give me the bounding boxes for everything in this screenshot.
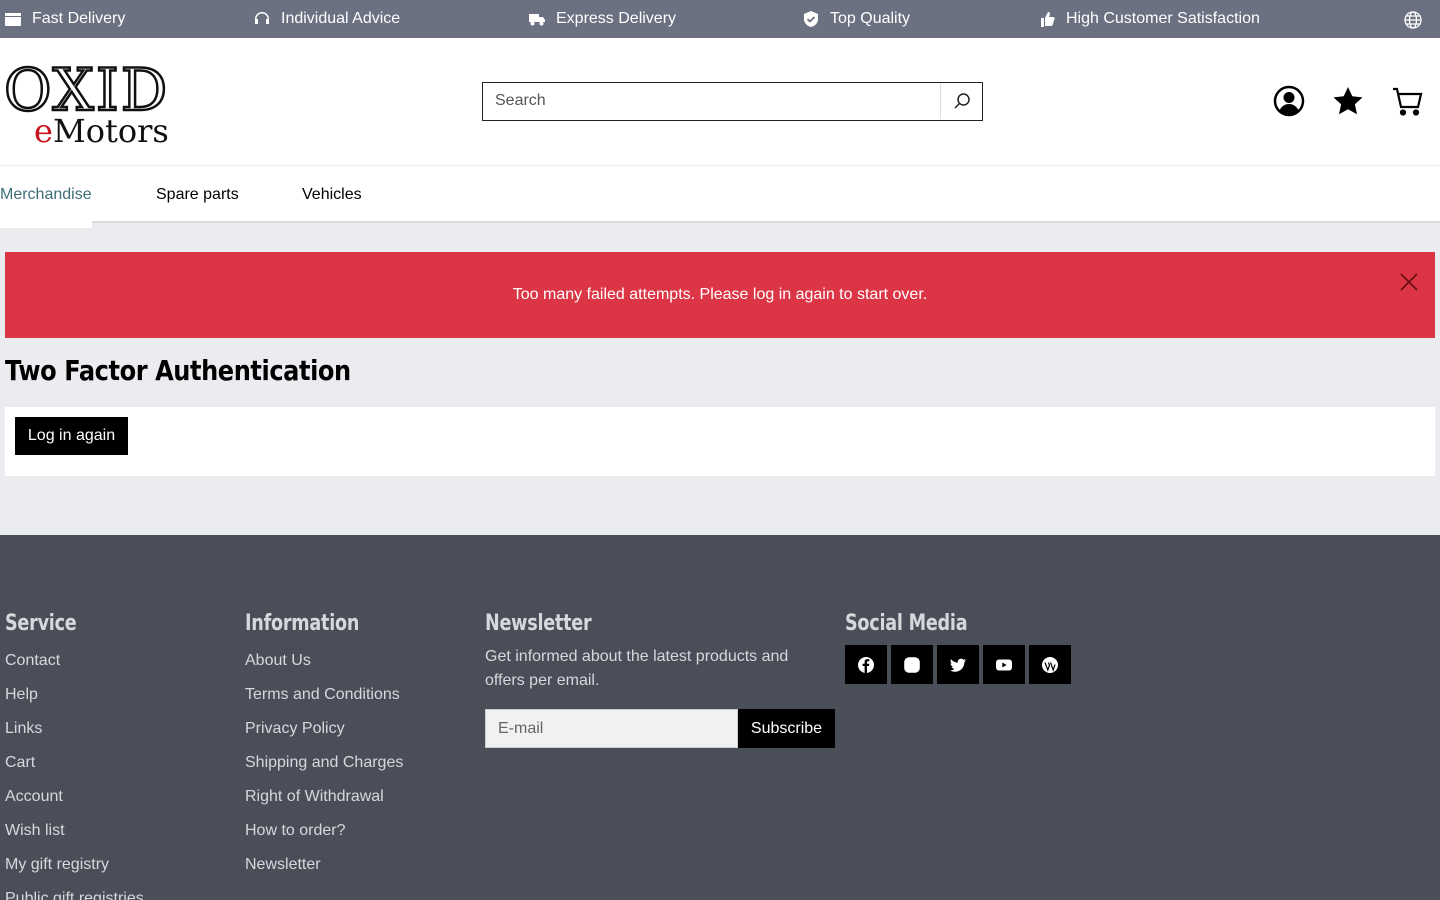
footer-link-how-to-order[interactable]: How to order? (245, 822, 403, 856)
footer-newsletter-heading: Newsletter (485, 611, 592, 636)
alert-message: Too many failed attempts. Please log in … (512, 286, 928, 303)
footer-link-links[interactable]: Links (5, 720, 144, 754)
footer-link-newsletter[interactable]: Newsletter (245, 856, 403, 890)
usp-label: Fast Delivery (32, 10, 126, 27)
footer-link-help[interactable]: Help (5, 686, 144, 720)
nav-active-indicator (0, 221, 92, 228)
usp-label: Express Delivery (556, 10, 677, 27)
thumbs-up-icon (1041, 12, 1055, 27)
footer-information-links: About Us Terms and Conditions Privacy Po… (245, 652, 403, 890)
globe-icon[interactable] (1403, 10, 1423, 30)
social-facebook-button[interactable] (845, 645, 887, 684)
social-wordpress-button[interactable] (1029, 645, 1071, 684)
usp-fast-delivery: Fast Delivery (4, 0, 125, 38)
truck-icon (529, 14, 545, 26)
box-icon (5, 13, 21, 26)
logo-subtitle: eMotors (34, 112, 169, 150)
usp-label: High Customer Satisfaction (1066, 10, 1260, 27)
two-factor-card: Log in again (5, 407, 1435, 476)
cart-icon[interactable] (1391, 85, 1423, 117)
search-icon (953, 93, 970, 109)
main-navigation: Merchandise Spare parts Vehicles (0, 165, 1440, 223)
site-header: OXID eMotors (0, 38, 1440, 165)
usp-express-delivery: Express Delivery (528, 0, 676, 38)
nav-item-spare-parts[interactable]: Spare parts (156, 186, 239, 204)
footer-link-about-us[interactable]: About Us (245, 652, 403, 686)
footer-service-heading: Service (5, 611, 77, 636)
site-footer: Service Contact Help Links Cart Account … (0, 535, 1440, 900)
nav-item-merchandise[interactable]: Merchandise (0, 186, 92, 204)
footer-link-public-gift-registries[interactable]: Public gift registries (5, 890, 144, 900)
usp-label: Top Quality (830, 10, 911, 27)
search-button[interactable] (940, 83, 982, 119)
newsletter-email-input[interactable] (485, 709, 738, 748)
usp-bar: Fast Delivery Individual Advice Express … (0, 0, 1440, 38)
search-box (482, 82, 983, 121)
headset-icon (255, 12, 269, 24)
shop-logo[interactable]: OXID eMotors (3, 55, 209, 150)
subscribe-button[interactable]: Subscribe (738, 709, 835, 748)
usp-label: Individual Advice (281, 10, 401, 27)
close-icon[interactable] (1400, 273, 1418, 291)
footer-link-gift-registry[interactable]: My gift registry (5, 856, 144, 890)
social-instagram-button[interactable] (891, 645, 933, 684)
wishlist-star-icon[interactable] (1332, 85, 1364, 117)
twitter-icon (950, 658, 966, 672)
account-icon[interactable] (1273, 85, 1305, 117)
youtube-icon (996, 659, 1012, 670)
shield-check-icon (804, 11, 818, 27)
error-alert: Too many failed attempts. Please log in … (5, 252, 1435, 338)
instagram-icon (904, 656, 920, 673)
search-input[interactable] (483, 83, 933, 119)
footer-link-terms[interactable]: Terms and Conditions (245, 686, 403, 720)
usp-top-quality: Top Quality (802, 0, 910, 38)
footer-service-links: Contact Help Links Cart Account Wish lis… (5, 652, 144, 900)
footer-social-heading: Social Media (845, 611, 968, 636)
footer-link-withdrawal[interactable]: Right of Withdrawal (245, 788, 403, 822)
footer-link-wish-list[interactable]: Wish list (5, 822, 144, 856)
log-in-again-button[interactable]: Log in again (15, 417, 128, 455)
nav-item-vehicles[interactable]: Vehicles (302, 186, 362, 204)
page-title: Two Factor Authentication (5, 354, 351, 387)
wordpress-icon (1042, 656, 1058, 673)
newsletter-description: Get informed about the latest products a… (485, 648, 789, 689)
footer-information-heading: Information (245, 611, 360, 636)
footer-link-account[interactable]: Account (5, 788, 144, 822)
social-twitter-button[interactable] (937, 645, 979, 684)
footer-link-contact[interactable]: Contact (5, 652, 144, 686)
facebook-icon (858, 656, 874, 673)
usp-individual-advice: Individual Advice (253, 0, 400, 38)
footer-link-privacy[interactable]: Privacy Policy (245, 720, 403, 754)
usp-customer-satisfaction: High Customer Satisfaction (1038, 0, 1260, 38)
social-youtube-button[interactable] (983, 645, 1025, 684)
footer-link-cart[interactable]: Cart (5, 754, 144, 788)
footer-link-shipping[interactable]: Shipping and Charges (245, 754, 403, 788)
